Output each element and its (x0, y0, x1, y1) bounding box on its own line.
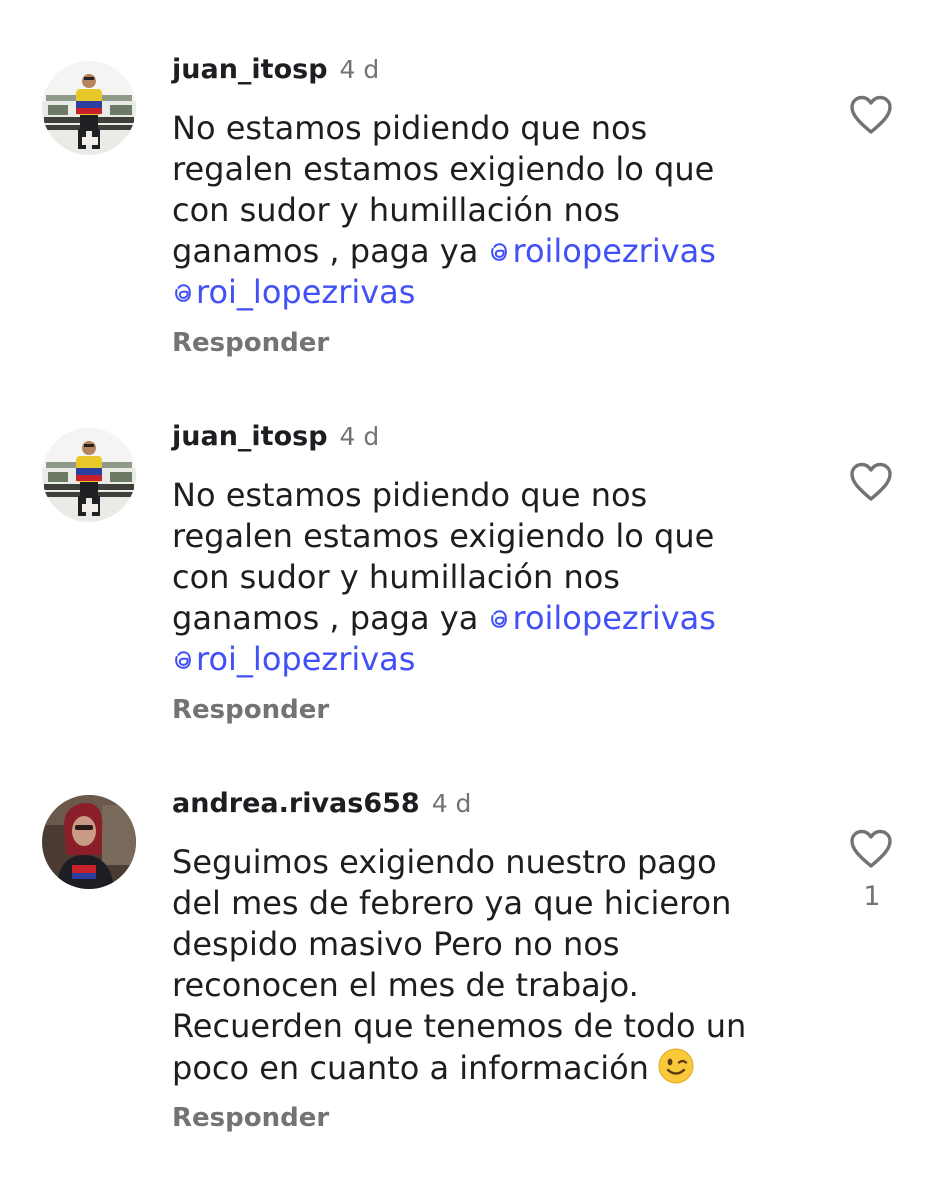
threads-at-icon (175, 284, 191, 302)
mention-handle[interactable]: roi_lopezrivas (196, 273, 415, 311)
timestamp: 4 d (339, 55, 380, 84)
comment-text-line: con sudor y humillación nos (172, 558, 620, 596)
comment-text-fragment: ganamos , paga ya (172, 599, 489, 637)
person-on-bench-avatar-icon (42, 61, 136, 155)
avatar[interactable] (42, 795, 136, 889)
mention-handle[interactable]: roilopezrivas (512, 599, 715, 637)
threads-at-icon (175, 651, 191, 669)
threads-at-icon (491, 610, 508, 628)
comment-text-line: del mes de febrero ya que hicieron (172, 884, 732, 922)
comment-text-line: No estamos pidiendo que nos (172, 109, 648, 147)
heart-outline-icon (850, 829, 892, 868)
winking-face-emoji-icon (658, 1048, 694, 1084)
comment-text-line: despido masivo Pero no nos (172, 925, 620, 963)
comment-text-line-with-mention: ganamos , paga ya roilopezrivas (172, 598, 812, 639)
username[interactable]: juan_itosp (172, 54, 328, 85)
like-button[interactable] (849, 462, 893, 502)
comment-text-line-with-mention: ganamos , paga ya roilopezrivas (172, 231, 812, 272)
mention-link[interactable]: roilopezrivas (488, 599, 716, 637)
person-on-bench-avatar-icon (42, 428, 136, 522)
comment-text-line-with-emoji: poco en cuanto a información (172, 1047, 812, 1089)
reply-button[interactable]: Responder (172, 1103, 329, 1133)
mention-handle[interactable]: roilopezrivas (512, 232, 715, 270)
username[interactable]: andrea.rivas658 (172, 788, 420, 819)
comment-header: juan_itosp 4 d (172, 421, 379, 457)
username[interactable]: juan_itosp (172, 421, 328, 452)
comment-text-line: Recuerden que tenemos de todo un (172, 1007, 747, 1045)
mention-link[interactable]: roi_lopezrivas (172, 272, 812, 313)
reply-button[interactable]: Responder (172, 328, 329, 358)
mention-link[interactable]: roi_lopezrivas (172, 639, 812, 680)
heart-outline-icon (850, 95, 892, 134)
woman-selfie-avatar-icon (42, 795, 136, 889)
comment-header: juan_itosp 4 d (172, 54, 379, 90)
like-button[interactable] (849, 95, 893, 135)
comment-text-fragment: poco en cuanto a información (172, 1049, 649, 1087)
comment-text-line: No estamos pidiendo que nos (172, 476, 648, 514)
avatar[interactable] (42, 61, 136, 155)
comment-text-line: con sudor y humillación nos (172, 191, 620, 229)
comment-text-line: Seguimos exigiendo nuestro pago (172, 843, 717, 881)
comment-text-line: regalen estamos exigiendo lo que (172, 517, 715, 555)
timestamp: 4 d (431, 789, 472, 818)
comment-text-line: reconocen el mes de trabajo. (172, 966, 639, 1004)
comment-text-line: regalen estamos exigiendo lo que (172, 150, 715, 188)
comment-text: Seguimos exigiendo nuestro pago del mes … (172, 842, 812, 1089)
threads-at-icon (491, 243, 508, 261)
heart-outline-icon (850, 462, 892, 501)
timestamp: 4 d (339, 422, 380, 451)
like-count: 1 (863, 881, 881, 912)
comment-text: No estamos pidiendo que nos regalen esta… (172, 108, 812, 313)
comment-text: No estamos pidiendo que nos regalen esta… (172, 475, 812, 680)
reply-button[interactable]: Responder (172, 695, 329, 725)
comment-header: andrea.rivas658 4 d (172, 788, 471, 824)
like-button[interactable] (849, 829, 893, 869)
mention-handle[interactable]: roi_lopezrivas (196, 640, 415, 678)
avatar[interactable] (42, 428, 136, 522)
comment-text-fragment: ganamos , paga ya (172, 232, 489, 270)
mention-link[interactable]: roilopezrivas (488, 232, 716, 270)
